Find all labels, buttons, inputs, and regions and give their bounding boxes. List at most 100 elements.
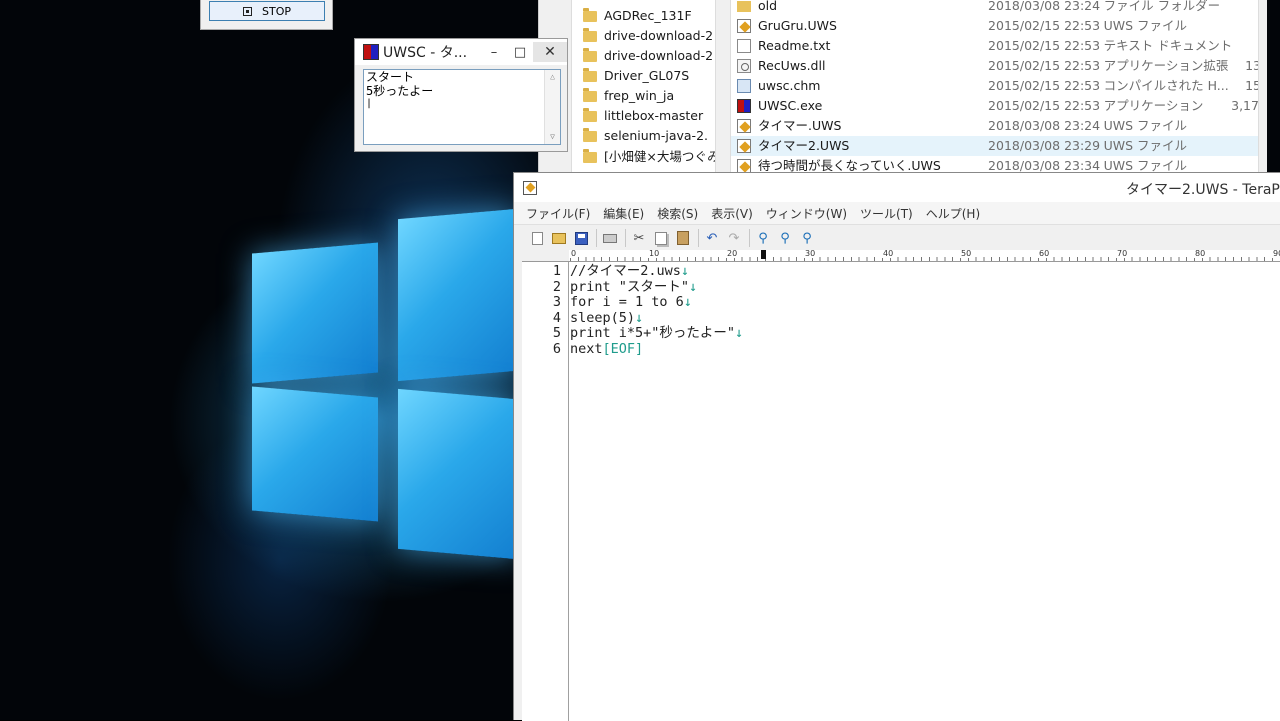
code-text: for i = 1 to 6 <box>570 294 684 310</box>
folder-icon <box>583 107 597 122</box>
file-size: 15 <box>1245 78 1259 93</box>
file-row[interactable]: タイマー.UWS 2018/03/08 23:24 UWS ファイル <box>731 116 1259 136</box>
line-number-gutter: 1 2 3 4 5 6 <box>522 262 569 721</box>
text-editor[interactable]: 1 2 3 4 5 6 //タイマー2.uws↓ print "スタート"↓ f… <box>522 262 1280 721</box>
text-cursor: | <box>366 98 373 109</box>
line-number: 4 <box>552 309 561 326</box>
menu-edit[interactable]: 編集(E) <box>603 205 644 222</box>
nav-item-label: drive-download-2 <box>604 48 714 63</box>
output-scrollbar[interactable]: △ ▽ <box>544 70 560 144</box>
code-text: //タイマー2.uws <box>570 263 681 279</box>
file-date: 2015/02/15 22:53 <box>988 98 1101 113</box>
file-date: 2018/03/08 23:29 <box>988 138 1101 153</box>
search-next-icon[interactable]: ⚲ <box>798 229 816 247</box>
nav-item-label: selenium-java-2. <box>604 128 708 143</box>
code-line: //タイマー2.uws↓ <box>570 263 689 280</box>
minimize-icon[interactable]: – <box>481 45 507 60</box>
search-previous-icon[interactable]: ⚲ <box>776 229 794 247</box>
file-row[interactable]: uwsc.chm 2015/02/15 22:53 コンパイルされた H... … <box>731 76 1259 96</box>
exe-file-icon <box>737 99 751 113</box>
newline-marker: ↓ <box>635 309 644 326</box>
menu-help[interactable]: ヘルプ(H) <box>926 205 980 222</box>
save-icon[interactable] <box>572 229 590 247</box>
nav-item-folder[interactable]: littlebox-master <box>583 106 703 126</box>
folder-icon <box>583 87 597 102</box>
file-name: Readme.txt <box>758 38 831 53</box>
nav-item-label: AGDRec_131F <box>604 8 692 23</box>
line-number: 5 <box>552 325 561 341</box>
uws-file-icon <box>737 19 751 33</box>
redo-icon[interactable]: ↷ <box>725 229 743 247</box>
file-list: old 2018/03/08 23:24 ファイル フォルダー GruGru.U… <box>731 0 1259 172</box>
file-row[interactable]: 待つ時間が長くなっていく.UWS 2018/03/08 23:34 UWS ファ… <box>731 156 1259 172</box>
file-size <box>1231 136 1259 156</box>
file-row[interactable]: UWSC.exe 2015/02/15 22:53 アプリケーション 3,170 <box>731 96 1259 116</box>
paste-icon[interactable] <box>674 229 692 247</box>
folder-icon <box>737 0 751 12</box>
nav-item-folder[interactable]: AGDRec_131F <box>583 6 692 26</box>
stop-button[interactable]: STOP <box>209 1 325 21</box>
close-icon[interactable]: ✕ <box>533 42 567 62</box>
file-row[interactable]: old 2018/03/08 23:24 ファイル フォルダー <box>731 0 1259 16</box>
scroll-down-icon[interactable]: ▽ <box>545 130 560 144</box>
open-folder-icon[interactable] <box>550 229 568 247</box>
toolbar-separator <box>596 229 597 247</box>
folder-icon <box>583 67 597 82</box>
code-line: print "スタート"↓ <box>570 279 697 296</box>
menu-file[interactable]: ファイル(F) <box>526 205 590 222</box>
code-text: print i*5+"秒ったよー" <box>570 325 736 341</box>
terapad-app-icon <box>523 180 537 195</box>
line-number: 1 <box>552 263 561 279</box>
copy-icon[interactable] <box>652 229 670 247</box>
newline-marker: ↓ <box>683 294 692 310</box>
nav-item-folder[interactable]: drive-download-2 <box>583 46 713 66</box>
windows-logo-pane <box>252 386 378 522</box>
nav-item-folder[interactable]: drive-download-2 <box>583 26 713 46</box>
file-size <box>1231 116 1259 136</box>
uwsc-output-text[interactable]: スタート 5秒ったよー | △ ▽ <box>363 69 561 145</box>
windows-logo-pane <box>398 208 516 382</box>
file-type: コンパイルされた H... <box>1103 78 1229 93</box>
file-row[interactable]: Readme.txt 2015/02/15 22:53 テキスト ドキュメント <box>731 36 1259 56</box>
file-type: UWS ファイル <box>1103 18 1188 33</box>
file-size <box>1231 36 1259 56</box>
scroll-up-icon[interactable]: △ <box>545 70 560 84</box>
ruler-label: 70 <box>1116 250 1129 258</box>
maximize-icon[interactable]: □ <box>507 45 533 60</box>
file-size: 3,170 <box>1231 98 1259 113</box>
uwsc-title-bar[interactable]: UWSC - タ... – □ ✕ <box>355 39 567 65</box>
new-file-icon[interactable] <box>528 229 546 247</box>
nav-item-folder[interactable]: [小畑健×大場つぐみ <box>583 147 715 167</box>
nav-item-folder[interactable]: selenium-java-2. <box>583 126 708 146</box>
print-icon[interactable] <box>601 229 619 247</box>
menu-tools[interactable]: ツール(T) <box>860 205 913 222</box>
file-row[interactable]: RecUws.dll 2015/02/15 22:53 アプリケーション拡張 1… <box>731 56 1259 76</box>
pane-splitter[interactable] <box>715 0 731 172</box>
file-date: 2018/03/08 23:24 <box>988 0 1101 13</box>
file-row[interactable]: GruGru.UWS 2015/02/15 22:53 UWS ファイル <box>731 16 1259 36</box>
nav-item-folder[interactable]: frep_win_ja <box>583 86 674 106</box>
menu-search[interactable]: 検索(S) <box>657 205 698 222</box>
code-text: sleep(5) <box>570 309 636 326</box>
toolbar-separator <box>749 229 750 247</box>
file-size: 13 <box>1245 58 1259 73</box>
chm-file-icon <box>737 79 751 93</box>
menu-window[interactable]: ウィンドウ(W) <box>766 205 847 222</box>
file-date: 2018/03/08 23:34 <box>988 158 1101 172</box>
cut-icon[interactable]: ✂ <box>630 229 648 247</box>
file-name: 待つ時間が長くなっていく.UWS <box>758 158 941 172</box>
uws-file-icon <box>737 139 751 153</box>
code-line: next[EOF] <box>570 341 643 358</box>
code-line: for i = 1 to 6↓ <box>570 294 692 311</box>
search-icon[interactable]: ⚲ <box>754 229 772 247</box>
nav-item-folder[interactable]: Driver_GL07S <box>583 66 689 86</box>
menu-bar: ファイル(F) 編集(E) 検索(S) 表示(V) ウィンドウ(W) ツール(T… <box>514 202 1280 225</box>
stop-button-label: STOP <box>262 4 291 18</box>
file-list-scrollbar[interactable] <box>1258 0 1267 172</box>
ruler-label: 50 <box>960 250 973 258</box>
file-row-selected[interactable]: タイマー2.UWS 2018/03/08 23:29 UWS ファイル <box>731 136 1259 156</box>
ruler-label: 90 <box>1272 250 1280 258</box>
terapad-title-bar[interactable]: タイマー2.UWS - TeraPad <box>514 173 1280 202</box>
undo-icon[interactable]: ↶ <box>703 229 721 247</box>
menu-view[interactable]: 表示(V) <box>711 205 753 222</box>
